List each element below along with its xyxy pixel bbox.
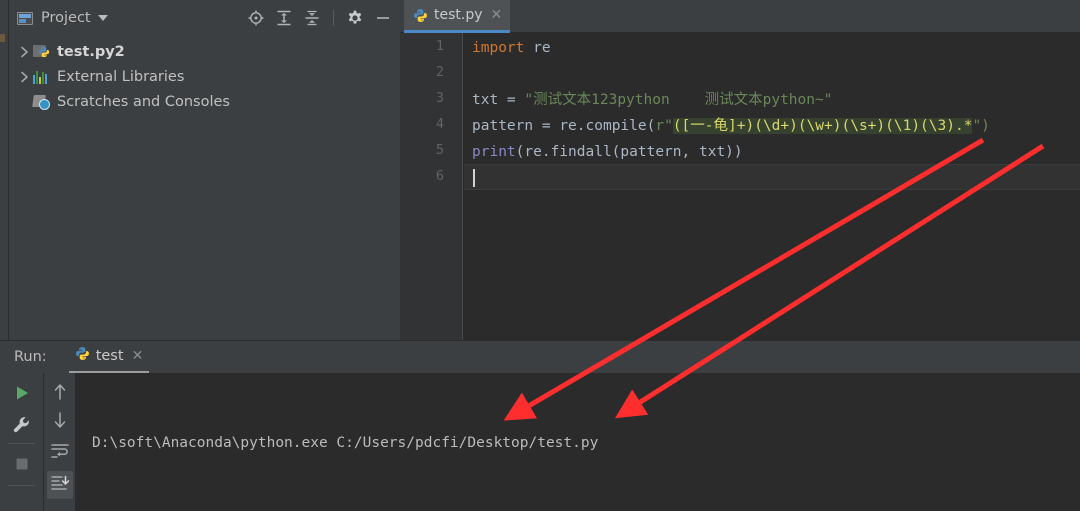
tree-item-external-libraries[interactable]: External Libraries <box>9 64 400 89</box>
close-icon[interactable]: ✕ <box>132 348 144 364</box>
chevron-right-icon[interactable] <box>17 70 31 84</box>
run-panel-label: Run: <box>14 349 47 365</box>
line-number: 4 <box>435 116 444 132</box>
python-run-icon <box>75 346 90 365</box>
code-token-args: (re.findall(pattern, txt)) <box>515 144 743 160</box>
chevron-right-icon[interactable] <box>17 45 31 59</box>
locate-icon[interactable] <box>247 9 265 27</box>
text-caret <box>473 169 475 187</box>
code-token-raw-prefix: r" <box>655 118 673 134</box>
code-line-3: txt = "测试文本123python 测试文本python~" <box>472 87 832 113</box>
editor-tab-label: test.py <box>434 7 483 23</box>
minimize-icon[interactable] <box>374 9 392 27</box>
tree-item-test-py2[interactable]: test.py2 <box>9 39 400 64</box>
arrow-up-icon[interactable] <box>51 382 69 406</box>
editor-tab-test-py[interactable]: test.py ✕ <box>404 0 511 33</box>
code-line-5: print(re.findall(pattern, txt)) <box>472 139 743 165</box>
python-file-icon <box>413 8 428 23</box>
rerun-play-icon[interactable] <box>12 383 32 407</box>
code-token-var: pattern <box>472 118 534 134</box>
code-token-regex-literal: ([一-龟]+)(\d+)(\w+)(\s+)(\1)(\3).* <box>672 118 973 134</box>
code-token-call: re.compile( <box>559 118 656 134</box>
editor-area: test.py ✕ 1 2 3 4 5 6 import re txt = "测… <box>400 0 1080 340</box>
run-tab-test[interactable]: test ✕ <box>68 341 150 374</box>
expand-all-icon[interactable] <box>275 9 293 27</box>
python-project-folder-icon <box>33 43 51 60</box>
scratches-icon <box>32 93 51 110</box>
toolbar-divider <box>333 10 334 26</box>
tree-item-label: test.py2 <box>57 43 125 60</box>
line-number: 2 <box>435 64 444 80</box>
code-editor[interactable]: 1 2 3 4 5 6 import re txt = "测试文本123pyth… <box>400 33 1080 340</box>
tree-item-label: External Libraries <box>57 68 185 85</box>
stop-icon[interactable] <box>13 455 31 477</box>
run-tab-label: test <box>95 347 124 364</box>
code-line-4: pattern = re.compile(r"([一-龟]+)(\d+)(\w+… <box>472 113 990 139</box>
console-output[interactable]: D:\soft\Anaconda\python.exe C:/Users/pdc… <box>76 373 1080 511</box>
console-line: D:\soft\Anaconda\python.exe C:/Users/pdc… <box>92 435 599 451</box>
toolbar-divider <box>8 485 35 486</box>
tree-item-label: Scratches and Consoles <box>57 93 230 110</box>
code-token-op: = <box>533 118 560 134</box>
left-tool-window-bar[interactable] <box>0 0 9 340</box>
project-panel-header: Project <box>9 0 400 36</box>
close-icon[interactable]: ✕ <box>491 8 503 22</box>
soft-wrap-icon[interactable] <box>50 442 70 464</box>
line-number: 6 <box>435 168 444 184</box>
code-line-1: import re <box>472 35 551 61</box>
code-token-keyword: import <box>472 40 525 56</box>
code-token-string-suffix: ") <box>972 118 990 134</box>
pycharm-window: Project test.py2 External Libraries Scra… <box>0 0 1080 511</box>
editor-gutter[interactable]: 1 2 3 4 5 6 <box>400 33 463 340</box>
tree-item-scratches-and-consoles[interactable]: Scratches and Consoles <box>9 89 400 114</box>
tool-strip-marker <box>0 34 5 42</box>
run-toolbar-primary <box>0 373 44 511</box>
code-text[interactable]: import re txt = "测试文本123python 测试文本pytho… <box>464 33 1080 340</box>
line-number: 5 <box>435 142 444 158</box>
code-token-string: "测试文本123python 测试文本python~" <box>524 92 833 108</box>
code-token-op: = <box>498 92 525 108</box>
code-token-var: txt <box>472 92 499 108</box>
project-panel-toolbar <box>247 0 392 36</box>
gear-icon[interactable] <box>346 9 364 27</box>
code-token-module: re <box>524 40 551 56</box>
wrench-icon[interactable] <box>12 415 32 439</box>
project-tool-window: Project test.py2 External Libraries Scra… <box>9 0 400 340</box>
scroll-to-end-icon[interactable] <box>46 471 73 499</box>
chevron-down-icon[interactable] <box>97 15 108 21</box>
toolbar-divider <box>8 443 35 444</box>
project-window-icon <box>17 11 33 25</box>
code-token-builtin-print: print <box>472 144 516 160</box>
line-number: 1 <box>435 38 444 54</box>
collapse-all-icon[interactable] <box>303 9 321 27</box>
run-tool-window: Run: test ✕ D:\soft\Anaconda\python.exe … <box>0 340 1080 511</box>
run-panel-header: Run: test ✕ <box>0 340 1080 374</box>
editor-tab-bar: test.py ✕ <box>400 0 1080 33</box>
libraries-bars-icon <box>33 68 51 85</box>
run-toolbar-secondary <box>44 373 76 511</box>
project-tree: test.py2 External Libraries Scratches an… <box>9 36 400 114</box>
arrow-down-icon[interactable] <box>51 410 69 434</box>
line-number: 3 <box>435 90 444 106</box>
project-panel-title: Project <box>41 10 91 26</box>
